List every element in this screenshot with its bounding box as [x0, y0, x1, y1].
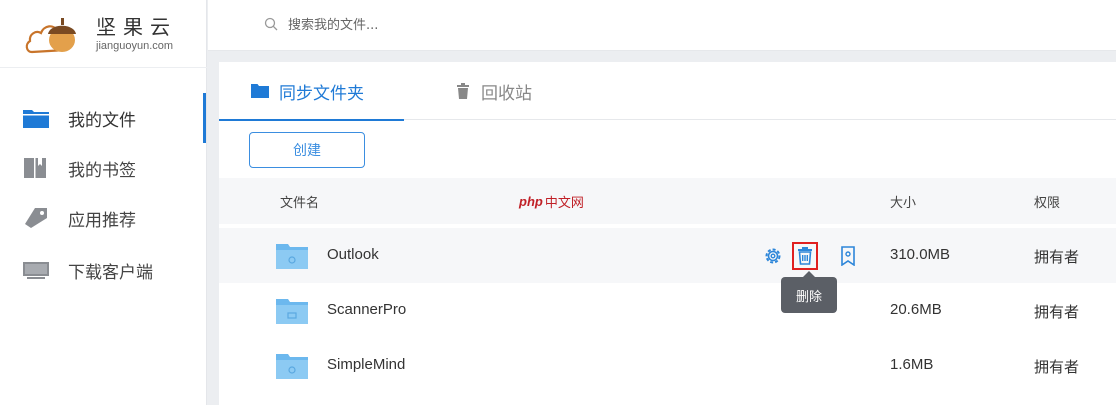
tag-icon	[25, 208, 47, 228]
tab-label: 同步文件夹	[279, 83, 364, 104]
file-size: 20.6MB	[890, 301, 942, 318]
settings-button[interactable]	[760, 242, 786, 270]
sidebar-item-bookmarks[interactable]: 我的书签	[0, 143, 206, 193]
folder-icon	[23, 110, 49, 128]
file-name[interactable]: Outlook	[327, 246, 379, 263]
table-row[interactable]: SimpleMind 1.6MB 拥有者	[219, 338, 1116, 393]
watermark-cn: 中文网	[544, 195, 584, 211]
row-actions	[760, 242, 860, 270]
logo-text: 坚果云 jianguoyun.com	[96, 16, 177, 53]
sidebar-item-label: 我的文件	[68, 110, 136, 131]
brand-name: 坚果云	[96, 15, 177, 39]
column-header-permission[interactable]: 权限	[1034, 192, 1060, 211]
table-row[interactable]: Outlook 310.0MB 拥有者	[219, 228, 1116, 283]
file-size: 1.6MB	[890, 356, 934, 373]
table-header: 文件名 大小 权限	[219, 178, 1116, 224]
main-content: 同步文件夹 回收站 创建 文件名 大小 权限 php 中文网 Outlook 3…	[219, 62, 1116, 405]
file-permission: 拥有者	[1034, 303, 1080, 321]
tab-recycle-bin[interactable]: 回收站	[457, 62, 567, 120]
sidebar-item-label: 下载客户端	[68, 262, 153, 283]
file-size: 310.0MB	[890, 246, 951, 263]
sidebar-item-my-files[interactable]: 我的文件	[0, 93, 206, 143]
delete-button[interactable]	[792, 242, 818, 270]
logo-divider	[0, 67, 207, 68]
watermark-php: php	[519, 193, 543, 209]
sidebar-item-apps[interactable]: 应用推荐	[0, 193, 206, 243]
gear-icon	[765, 248, 781, 264]
monitor-icon	[23, 262, 49, 279]
sidebar-item-download-client[interactable]: 下载客户端	[0, 245, 206, 295]
brand-domain: jianguoyun.com	[96, 40, 174, 52]
trash-icon	[798, 247, 812, 265]
folder-icon	[276, 244, 308, 269]
create-button[interactable]: 创建	[249, 132, 365, 168]
sidebar-item-label: 应用推荐	[68, 210, 136, 231]
active-tab-indicator	[219, 119, 404, 121]
trash-icon	[457, 83, 469, 99]
acorn-cloud-logo-icon	[25, 18, 76, 54]
logo[interactable]: 坚果云 jianguoyun.com	[24, 8, 194, 60]
column-header-size[interactable]: 大小	[890, 192, 916, 211]
tab-sync-folders[interactable]: 同步文件夹	[219, 62, 404, 121]
file-permission: 拥有者	[1034, 248, 1080, 266]
file-name[interactable]: ScannerPro	[327, 301, 406, 318]
bookmark-icon	[841, 246, 855, 266]
tab-label: 回收站	[481, 83, 532, 104]
search-input[interactable]	[288, 13, 788, 37]
bookmark-book-icon	[24, 158, 46, 178]
delete-tooltip: 删除	[781, 271, 837, 313]
top-bar	[208, 0, 1116, 51]
column-header-name[interactable]: 文件名	[280, 192, 319, 211]
file-permission: 拥有者	[1034, 358, 1080, 376]
sidebar: 坚果云 jianguoyun.com 我的文件 我的书签 应用推荐 下载客户端	[0, 0, 207, 405]
file-name[interactable]: SimpleMind	[327, 356, 405, 373]
watermark: php 中文网	[519, 193, 584, 211]
folder-icon	[251, 84, 269, 98]
table-row[interactable]: ScannerPro 20.6MB 拥有者	[219, 283, 1116, 338]
folder-icon	[276, 299, 308, 324]
folder-icon	[276, 354, 308, 379]
search-icon	[264, 17, 278, 31]
tab-bar: 同步文件夹 回收站	[219, 62, 1116, 121]
sidebar-item-label: 我的书签	[68, 160, 136, 181]
active-indicator	[203, 93, 206, 143]
bookmark-button[interactable]	[835, 242, 861, 270]
